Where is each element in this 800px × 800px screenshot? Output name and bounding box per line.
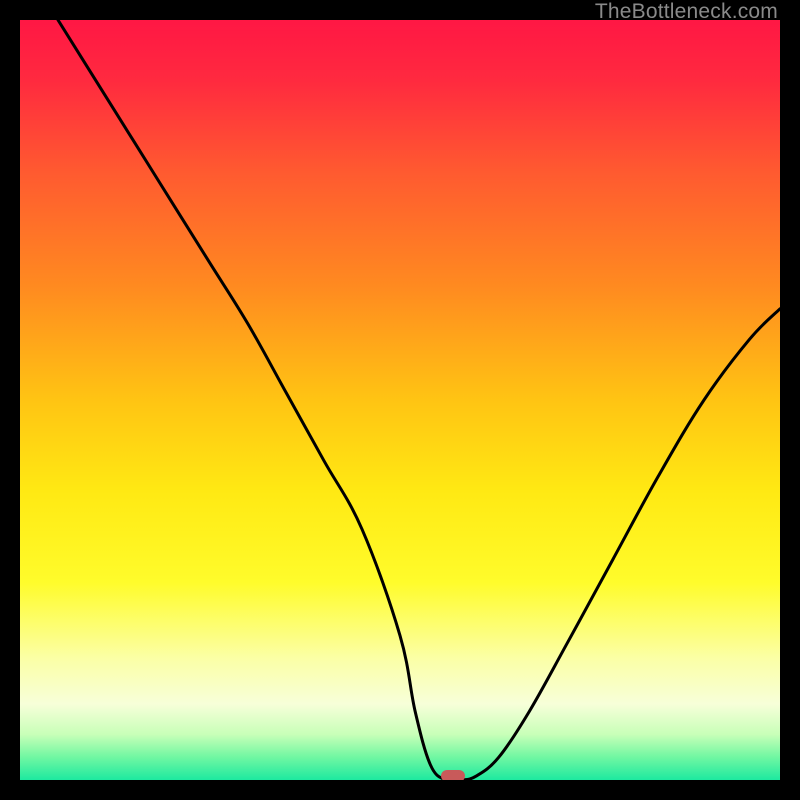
chart-frame: TheBottleneck.com bbox=[0, 0, 800, 800]
watermark-text: TheBottleneck.com bbox=[595, 0, 778, 24]
plot-area bbox=[20, 20, 780, 780]
optimal-point-marker bbox=[441, 770, 465, 780]
bottleneck-curve bbox=[20, 20, 780, 780]
